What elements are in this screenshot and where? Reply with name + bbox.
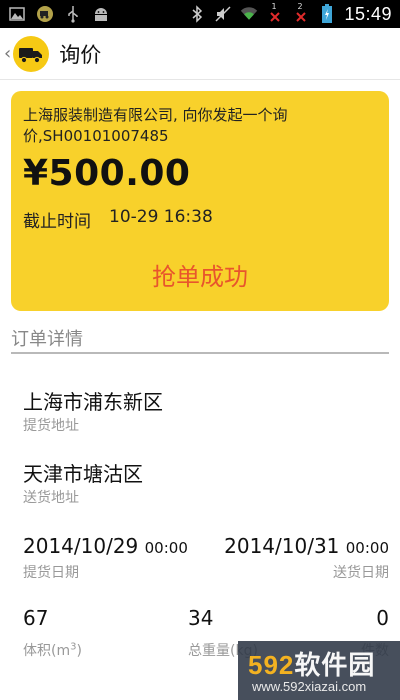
count-value: 0	[376, 606, 389, 630]
delivery-address: 天津市塘沽区	[23, 462, 143, 486]
watermark: 592软件园 www.592xiazai.com	[238, 641, 400, 700]
delivery-date: 2014/10/31 00:00	[224, 534, 389, 558]
back-button[interactable]: ‹	[0, 28, 50, 80]
battery-icon	[318, 4, 336, 23]
pickup-address: 上海市浦东新区	[23, 390, 163, 414]
grab-order-status[interactable]: 抢单成功	[11, 257, 389, 292]
bluetooth-icon	[188, 5, 206, 23]
inquiry-sender-text: 上海服装制造有限公司, 向你发起一个询价,SH00101007485	[23, 106, 288, 145]
volume-value: 67	[23, 606, 49, 630]
signal-1-icon: 1	[266, 2, 284, 23]
section-divider	[11, 352, 389, 354]
status-bar: 1 2 15:49	[0, 0, 400, 28]
android-icon	[92, 5, 110, 23]
delivery-date-label: 送货日期	[333, 565, 389, 581]
pickup-date: 2014/10/29 00:00	[23, 534, 188, 558]
title-bar: ‹ 询价	[0, 28, 400, 80]
watermark-url: www.592xiazai.com	[252, 679, 367, 694]
delivery-time-value: 00:00	[345, 539, 389, 557]
truck-icon	[13, 35, 50, 72]
signal-2-icon: 2	[292, 2, 310, 23]
app-icon	[36, 5, 54, 23]
volume-label: 体积(m3)	[23, 641, 82, 659]
clock: 15:49	[344, 3, 392, 24]
mute-icon	[214, 5, 232, 23]
weight-value: 34	[188, 606, 214, 630]
delivery-address-label: 送货地址	[23, 490, 79, 506]
deadline-row: 截止时间 10-29 16:38	[23, 207, 213, 232]
usb-icon	[64, 5, 82, 23]
pickup-date-label: 提货日期	[23, 565, 79, 581]
pickup-time-value: 00:00	[144, 539, 188, 557]
watermark-logo: 592软件园	[248, 650, 376, 680]
chevron-left-icon: ‹	[4, 43, 12, 64]
deadline-label: 截止时间	[23, 212, 91, 232]
inquiry-price: ¥500.00	[23, 153, 191, 194]
deadline-value: 10-29 16:38	[109, 207, 213, 227]
page-title: 询价	[59, 42, 102, 67]
wifi-icon	[240, 5, 258, 23]
inquiry-card: 上海服装制造有限公司, 向你发起一个询价,SH00101007485 ¥500.…	[11, 91, 389, 311]
image-icon	[8, 5, 26, 23]
pickup-address-label: 提货地址	[23, 418, 79, 434]
section-title: 订单详情	[11, 329, 83, 350]
delivery-date-value: 2014/10/31	[224, 534, 340, 558]
pickup-date-value: 2014/10/29	[23, 534, 139, 558]
